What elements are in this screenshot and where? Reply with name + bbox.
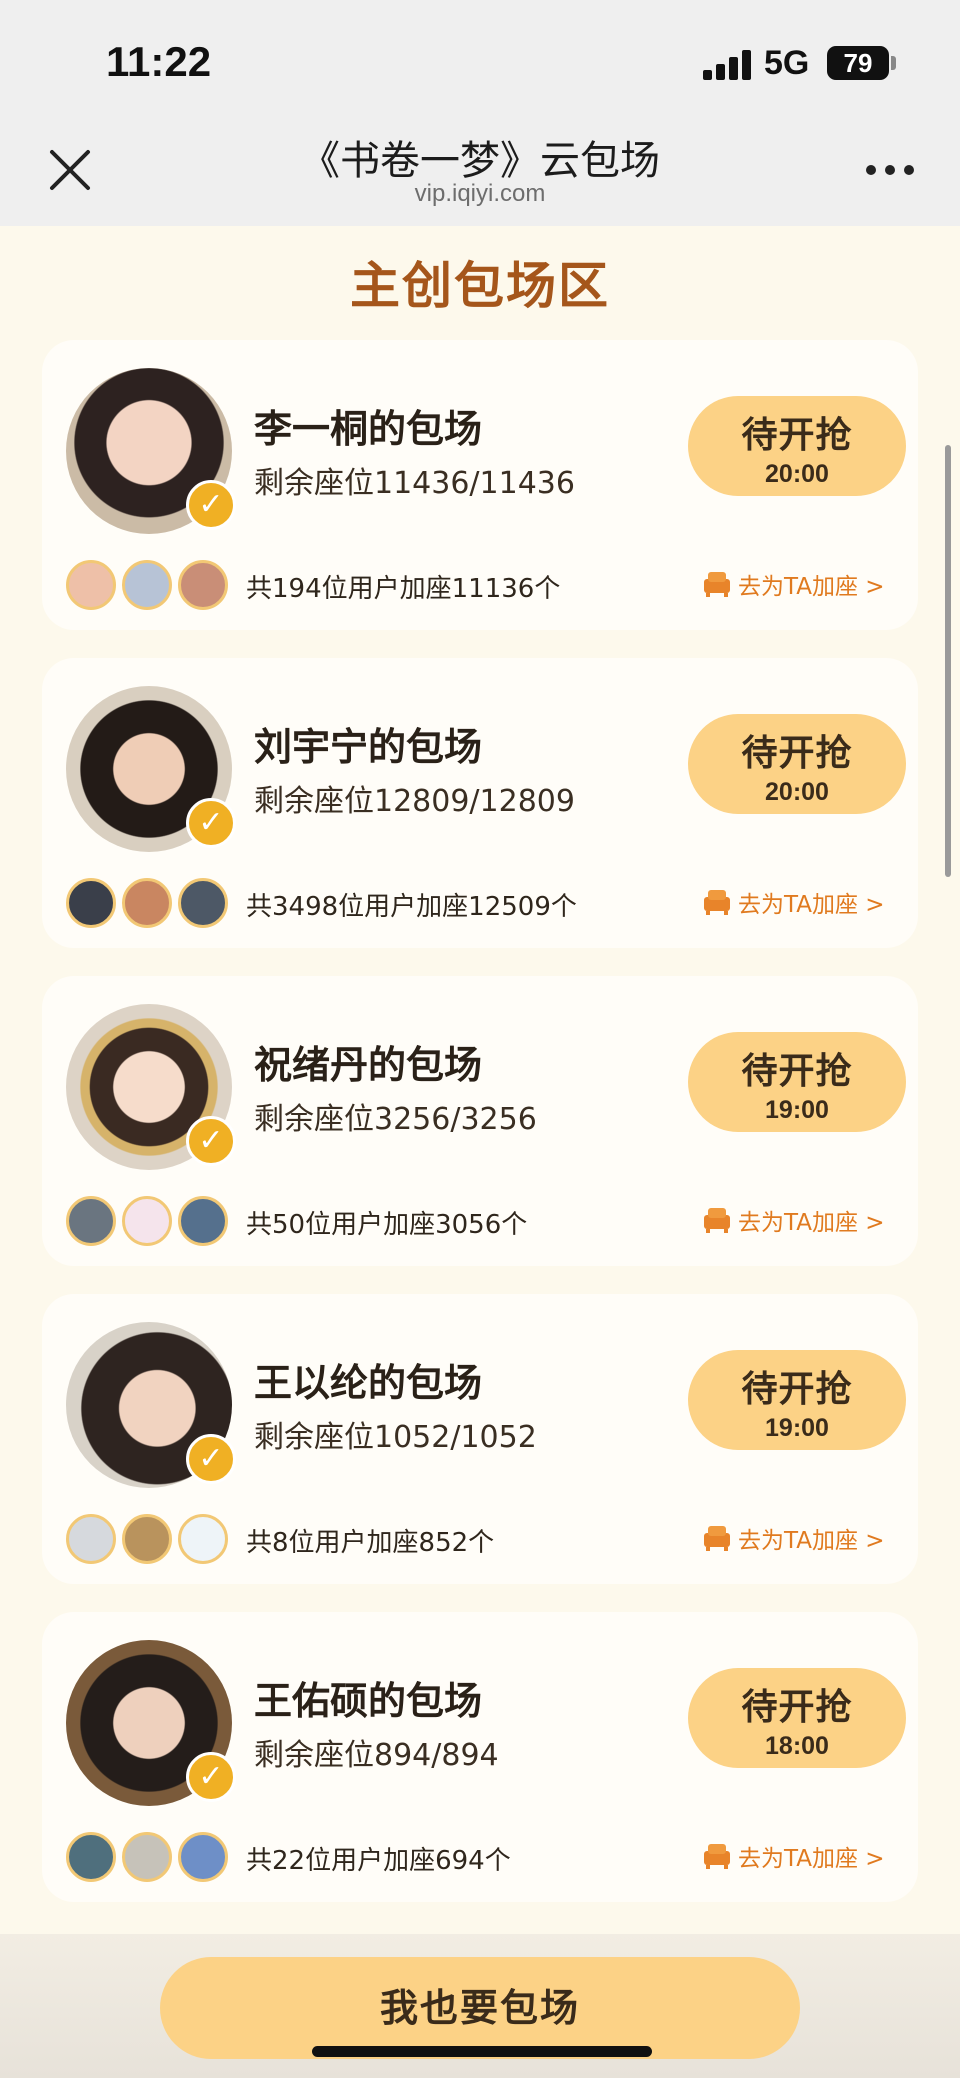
remaining-seats: 剩余座位3256/3256 xyxy=(254,1102,537,1137)
remaining-seats: 剩余座位11436/11436 xyxy=(254,466,575,501)
grab-button-time: 20:00 xyxy=(765,460,829,488)
create-screening-button[interactable]: 我也要包场 xyxy=(160,1957,800,2059)
user-avatar xyxy=(178,1832,228,1882)
users-count-text: 共50位用户加座3056个 xyxy=(246,1210,528,1240)
add-seat-label: 去为TA加座 > xyxy=(738,574,885,600)
user-avatar xyxy=(66,1514,116,1564)
screening-card[interactable]: ✓ 祝绪丹的包场 剩余座位3256/3256 待开抢 19:00 共50位用户加… xyxy=(42,976,918,1266)
battery-icon: 79 xyxy=(827,46,889,80)
grab-button-label: 待开抢 xyxy=(741,1369,853,1410)
user-avatar xyxy=(122,878,172,928)
seat-icon xyxy=(704,1526,730,1551)
add-seat-link[interactable]: 去为TA加座 > xyxy=(702,1838,885,1874)
add-seat-link[interactable]: 去为TA加座 > xyxy=(702,1202,885,1238)
user-avatars xyxy=(66,1832,236,1882)
users-count-text: 共3498位用户加座12509个 xyxy=(246,892,577,922)
add-seat-label: 去为TA加座 > xyxy=(738,1210,885,1236)
seat-icon xyxy=(704,1844,730,1869)
grab-button-time: 18:00 xyxy=(765,1732,829,1760)
user-avatar xyxy=(178,560,228,610)
grab-button-label: 待开抢 xyxy=(741,1051,853,1092)
screening-card[interactable]: ✓ 李一桐的包场 剩余座位11436/11436 待开抢 20:00 共194位… xyxy=(42,340,918,630)
grab-button[interactable]: 待开抢 18:00 xyxy=(688,1668,906,1768)
section-title: 主创包场区 xyxy=(350,257,610,315)
user-avatar xyxy=(122,1196,172,1246)
user-avatar xyxy=(122,1514,172,1564)
battery-tip xyxy=(891,56,896,70)
user-avatar xyxy=(178,1196,228,1246)
remaining-seats: 剩余座位12809/12809 xyxy=(254,784,575,819)
grab-button-label: 待开抢 xyxy=(741,1687,853,1728)
user-avatar xyxy=(66,878,116,928)
verified-badge-icon: ✓ xyxy=(186,798,236,848)
screening-card[interactable]: ✓ 刘宇宁的包场 剩余座位12809/12809 待开抢 20:00 共3498… xyxy=(42,658,918,948)
user-avatar xyxy=(66,560,116,610)
add-seat-label: 去为TA加座 > xyxy=(738,892,885,918)
grab-button-label: 待开抢 xyxy=(741,415,853,456)
verified-badge-icon: ✓ xyxy=(186,1434,236,1484)
remaining-seats: 剩余座位894/894 xyxy=(254,1738,499,1773)
grab-button[interactable]: 待开抢 19:00 xyxy=(688,1032,906,1132)
more-icon[interactable] xyxy=(866,165,914,177)
scrollbar[interactable] xyxy=(945,445,951,877)
screening-card[interactable]: ✓ 王佑硕的包场 剩余座位894/894 待开抢 18:00 共22位用户加座6… xyxy=(42,1612,918,1902)
screening-name: 李一桐的包场 xyxy=(254,407,483,451)
top-bar: 11:22 5G 79 《书卷一梦》云包场 vip.iqiyi.com xyxy=(0,0,960,226)
screening-name: 王以纶的包场 xyxy=(254,1361,483,1405)
users-count-text: 共194位用户加座11136个 xyxy=(246,574,561,604)
home-indicator xyxy=(312,2046,652,2057)
user-avatars xyxy=(66,1196,236,1246)
seat-icon xyxy=(704,1208,730,1233)
grab-button-time: 19:00 xyxy=(765,1414,829,1442)
page-title: 《书卷一梦》云包场 xyxy=(300,138,660,184)
add-seat-link[interactable]: 去为TA加座 > xyxy=(702,566,885,602)
grab-button[interactable]: 待开抢 19:00 xyxy=(688,1350,906,1450)
user-avatar xyxy=(122,1832,172,1882)
signal-icon xyxy=(703,50,753,80)
user-avatars xyxy=(66,878,236,928)
user-avatars xyxy=(66,1514,236,1564)
status-time: 11:22 xyxy=(106,38,212,85)
users-count-text: 共8位用户加座852个 xyxy=(246,1528,495,1558)
page-url: vip.iqiyi.com xyxy=(414,180,546,207)
verified-badge-icon: ✓ xyxy=(186,480,236,530)
user-avatar xyxy=(66,1196,116,1246)
verified-badge-icon: ✓ xyxy=(186,1116,236,1166)
screening-card[interactable]: ✓ 王以纶的包场 剩余座位1052/1052 待开抢 19:00 共8位用户加座… xyxy=(42,1294,918,1584)
user-avatars xyxy=(66,560,236,610)
screening-name: 祝绪丹的包场 xyxy=(254,1043,483,1087)
user-avatar xyxy=(66,1832,116,1882)
grab-button[interactable]: 待开抢 20:00 xyxy=(688,396,906,496)
grab-button-label: 待开抢 xyxy=(741,733,853,774)
add-seat-label: 去为TA加座 > xyxy=(738,1846,885,1872)
add-seat-link[interactable]: 去为TA加座 > xyxy=(702,884,885,920)
screening-name: 刘宇宁的包场 xyxy=(254,725,483,769)
verified-badge-icon: ✓ xyxy=(186,1752,236,1802)
add-seat-label: 去为TA加座 > xyxy=(738,1528,885,1554)
remaining-seats: 剩余座位1052/1052 xyxy=(254,1420,537,1455)
grab-button-time: 20:00 xyxy=(765,778,829,806)
user-avatar xyxy=(178,1514,228,1564)
add-seat-link[interactable]: 去为TA加座 > xyxy=(702,1520,885,1556)
seat-icon xyxy=(704,572,730,597)
seat-icon xyxy=(704,890,730,915)
screening-name: 王佑硕的包场 xyxy=(254,1679,483,1723)
network-type: 5G xyxy=(764,44,810,82)
grab-button[interactable]: 待开抢 20:00 xyxy=(688,714,906,814)
user-avatar xyxy=(178,878,228,928)
user-avatar xyxy=(122,560,172,610)
grab-button-time: 19:00 xyxy=(765,1096,829,1124)
users-count-text: 共22位用户加座694个 xyxy=(246,1846,511,1876)
